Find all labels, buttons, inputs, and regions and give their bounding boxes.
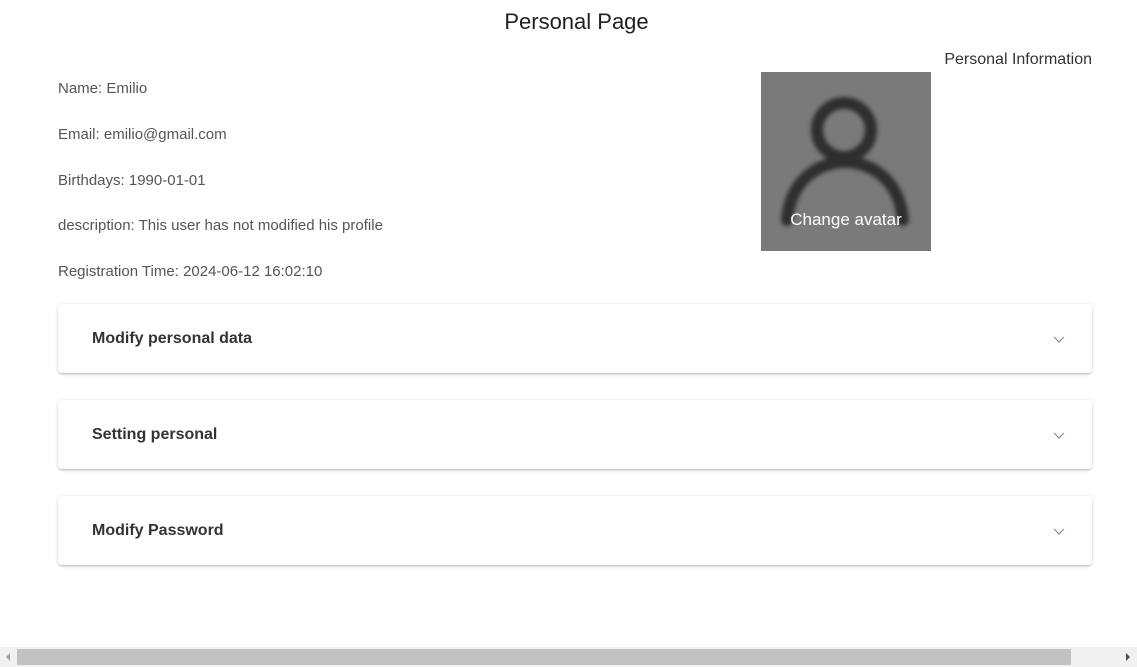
profile-description-row: description: This user has not modified …	[58, 217, 383, 234]
panel-modify-personal-data[interactable]: Modify personal data	[58, 304, 1092, 373]
profile-birthday-value: 1990-01-01	[128, 172, 206, 189]
chevron-down-icon	[1053, 432, 1065, 439]
chevron-down-icon	[1053, 336, 1065, 343]
panel-title: Setting personal	[92, 426, 218, 443]
profile-description-value: This user has not modified his profile	[138, 217, 383, 234]
profile-registration-value: 2024-06-12 16:02:10	[183, 263, 323, 280]
profile-field-label: description:	[58, 217, 135, 234]
profile-email-value: emilio@gmail.com	[103, 126, 227, 143]
profile-name-row: Name: Emilio	[58, 80, 147, 97]
panel-setting-personal[interactable]: Setting personal	[58, 400, 1092, 469]
scroll-left-button[interactable]	[0, 647, 17, 667]
profile-email-row: Email: emilio@gmail.com	[58, 126, 227, 143]
profile-field-label: Registration Time:	[58, 263, 179, 280]
personal-page: Personal Page Personal Information Name:…	[0, 0, 1137, 667]
profile-field-label: Name:	[58, 80, 103, 97]
profile-registration-row: Registration Time: 2024-06-12 16:02:10	[58, 263, 322, 280]
horizontal-scroll-thumb[interactable]	[17, 649, 1071, 665]
panel-title: Modify Password	[92, 522, 224, 539]
scroll-left-arrow-icon	[6, 653, 10, 661]
page-title: Personal Page	[504, 9, 649, 34]
chevron-down-icon	[1053, 528, 1065, 535]
profile-birthday-row: Birthdays: 1990-01-01	[58, 172, 206, 189]
scroll-right-arrow-icon	[1126, 653, 1130, 661]
change-avatar-button[interactable]: Change avatar	[761, 72, 931, 251]
profile-name-value: Emilio	[106, 80, 148, 97]
section-label-personal-information: Personal Information	[944, 51, 1092, 68]
panel-title: Modify personal data	[92, 330, 253, 347]
scroll-right-button[interactable]	[1120, 647, 1137, 667]
profile-field-label: Email:	[58, 126, 100, 143]
profile-field-label: Birthdays:	[58, 172, 125, 189]
panel-modify-password[interactable]: Modify Password	[58, 496, 1092, 565]
horizontal-scrollbar[interactable]	[0, 647, 1137, 667]
change-avatar-label: Change avatar	[790, 210, 902, 229]
